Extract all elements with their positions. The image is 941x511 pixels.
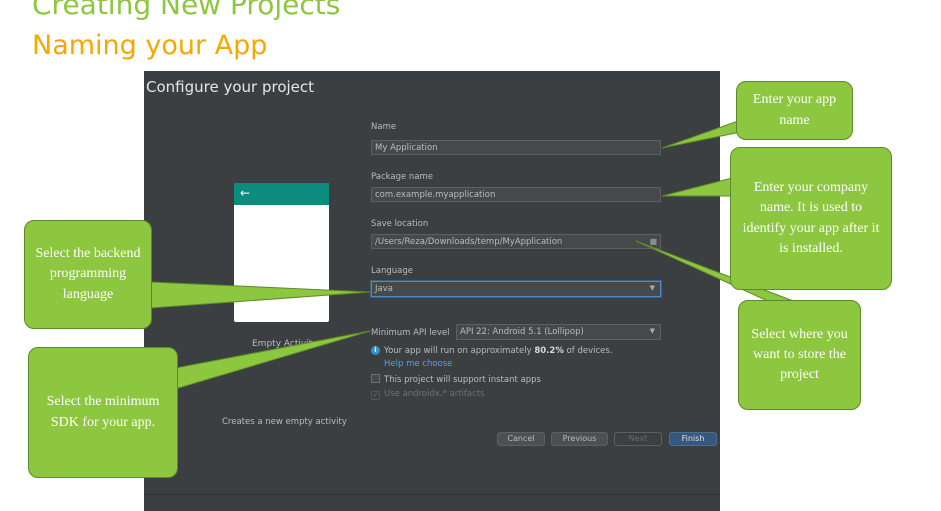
callout-app-name: Enter your app name <box>736 81 853 140</box>
pointer-language <box>149 281 371 309</box>
callout-company-name: Enter your company name. It is used to i… <box>730 147 892 290</box>
callout-storage: Select where you want to store the proje… <box>738 300 861 410</box>
pointer-min-sdk <box>164 330 371 393</box>
callout-language: Select the backend programming language <box>24 220 152 329</box>
callout-min-sdk: Select the minimum SDK for your app. <box>28 347 178 478</box>
